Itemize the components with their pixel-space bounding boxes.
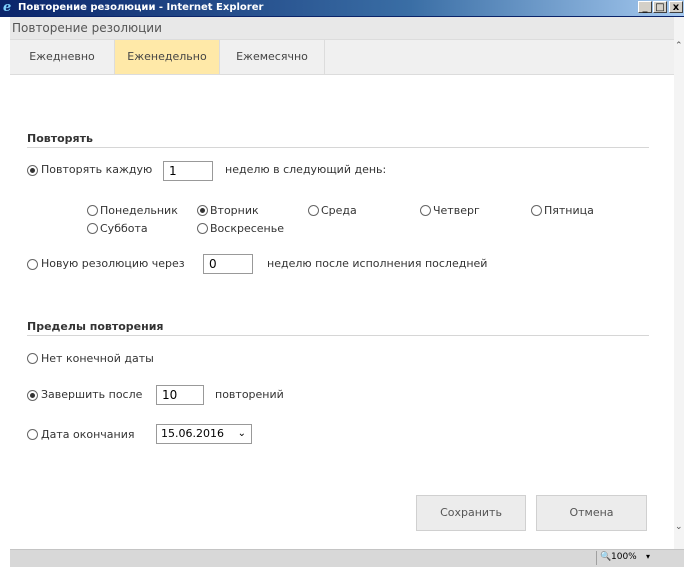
repeat-after-label: Новую резолюцию через: [41, 257, 185, 270]
no-end-date-label: Нет конечной даты: [41, 352, 154, 365]
end-after-input[interactable]: 10: [156, 385, 204, 405]
day-tuesday-label: Вторник: [210, 204, 259, 217]
day-sunday-label: Воскресенье: [210, 222, 284, 235]
maximize-button[interactable]: □: [653, 1, 667, 13]
zoom-icon: 🔍: [600, 552, 612, 562]
end-date-radio[interactable]: [27, 429, 38, 440]
day-wednesday-radio[interactable]: [308, 205, 319, 216]
internet-explorer-icon: e: [3, 0, 12, 15]
no-end-date-radio[interactable]: [27, 353, 38, 364]
divider: [27, 147, 649, 148]
tab-monthly[interactable]: Ежемесячно: [220, 40, 324, 74]
day-thursday-label: Четверг: [433, 204, 480, 217]
scroll-up-icon[interactable]: ⌃: [675, 41, 683, 51]
divider: [27, 335, 649, 336]
tab-weekly[interactable]: Еженедельно: [115, 40, 219, 74]
repeat-every-input[interactable]: 1: [163, 161, 213, 181]
dialog-title: Повторение резолюции: [12, 21, 162, 35]
end-date-select[interactable]: 15.06.2016 ⌄: [156, 424, 252, 444]
repeat-after-suffix: неделю после исполнения последней: [267, 257, 488, 270]
end-date-label: Дата окончания: [41, 428, 135, 441]
dialog-header: Повторение резолюции: [10, 17, 674, 40]
day-monday-radio[interactable]: [87, 205, 98, 216]
repeat-every-label: Повторять каждую: [41, 163, 153, 176]
scroll-down-icon[interactable]: ⌄: [675, 522, 683, 532]
zoom-level[interactable]: 100%: [611, 552, 637, 562]
repeat-section-title: Повторять: [27, 132, 93, 145]
cancel-button[interactable]: Отмена: [536, 495, 647, 531]
zoom-dropdown-icon[interactable]: ▾: [646, 552, 650, 561]
day-sunday-radio[interactable]: [197, 223, 208, 234]
window-title: Повторение резолюции - Internet Explorer: [18, 2, 264, 13]
tab-divider: [324, 40, 325, 74]
save-button[interactable]: Сохранить: [416, 495, 526, 531]
dialog: Повторение резолюции Ежедневно Еженедель…: [10, 17, 674, 549]
minimize-button[interactable]: _: [638, 1, 652, 13]
day-saturday-radio[interactable]: [87, 223, 98, 234]
chevron-down-icon: ⌄: [237, 428, 246, 439]
day-friday-radio[interactable]: [531, 205, 542, 216]
repeat-after-radio[interactable]: [27, 259, 38, 270]
close-button[interactable]: x: [669, 1, 683, 13]
end-after-suffix: повторений: [215, 388, 284, 401]
window-titlebar: e Повторение резолюции - Internet Explor…: [0, 0, 684, 17]
status-bar: 🔍 100% ▾: [10, 549, 684, 567]
divider: [596, 551, 597, 565]
vertical-scrollbar[interactable]: ⌃ ⌄: [674, 17, 684, 549]
end-after-label: Завершить после: [41, 388, 143, 401]
day-tuesday-radio[interactable]: [197, 205, 208, 216]
repeat-after-input[interactable]: 0: [203, 254, 253, 274]
end-date-value: 15.06.2016: [161, 427, 224, 440]
tab-bar: Ежедневно Еженедельно Ежемесячно: [10, 40, 674, 75]
day-saturday-label: Суббота: [100, 222, 148, 235]
day-thursday-radio[interactable]: [420, 205, 431, 216]
day-monday-label: Понедельник: [100, 204, 178, 217]
day-wednesday-label: Среда: [321, 204, 357, 217]
repeat-every-radio[interactable]: [27, 165, 38, 176]
end-after-radio[interactable]: [27, 390, 38, 401]
tab-daily[interactable]: Ежедневно: [10, 40, 114, 74]
limits-section-title: Пределы повторения: [27, 320, 164, 333]
window-frame-left: [0, 17, 10, 566]
repeat-every-suffix: неделю в следующий день:: [225, 163, 387, 176]
day-friday-label: Пятница: [544, 204, 594, 217]
